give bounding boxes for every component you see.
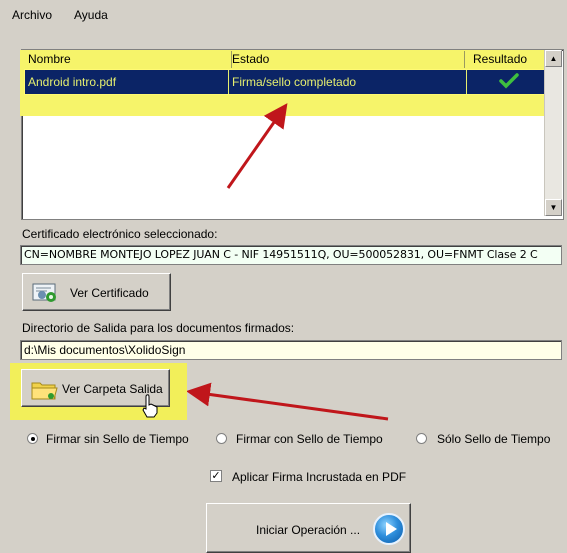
radio-indicator[interactable] bbox=[27, 433, 38, 444]
hand-cursor-icon bbox=[141, 394, 159, 421]
output-dir-field[interactable]: d:\Mis documentos\XolidoSign bbox=[20, 340, 562, 360]
folder-icon bbox=[31, 379, 59, 404]
radio-timestamp-only-label: Sólo Sello de Tiempo bbox=[437, 432, 551, 446]
radio-indicator[interactable] bbox=[216, 433, 227, 444]
arrow-to-status bbox=[226, 103, 288, 189]
start-operation-label: Iniciar Operación ... bbox=[256, 523, 361, 537]
view-output-folder-button[interactable]: Ver Carpeta Salida bbox=[21, 369, 170, 418]
certificate-field[interactable]: CN=NOMBRE MONTEJO LOPEZ JUAN C - NIF 149… bbox=[20, 245, 562, 265]
certificate-label: Certificado electrónico seleccionado: bbox=[22, 227, 218, 241]
start-operation-button[interactable]: Iniciar Operación ... bbox=[206, 503, 411, 553]
embed-pdf-label: Aplicar Firma Incrustada en PDF bbox=[232, 470, 407, 484]
radio-indicator[interactable] bbox=[416, 433, 427, 444]
checkbox-indicator[interactable]: ✓ bbox=[210, 470, 222, 482]
radio-with-timestamp-label: Firmar con Sello de Tiempo bbox=[236, 432, 383, 446]
view-certificate-button[interactable]: Ver Certificado bbox=[22, 273, 171, 311]
view-certificate-label: Ver Certificado bbox=[70, 286, 149, 300]
radio-no-timestamp-label: Firmar sin Sello de Tiempo bbox=[46, 432, 189, 446]
play-icon bbox=[373, 513, 405, 545]
output-dir-label: Directorio de Salida para los documentos… bbox=[22, 321, 295, 335]
certificate-icon bbox=[32, 282, 58, 307]
arrow-to-folder-button bbox=[186, 382, 389, 421]
